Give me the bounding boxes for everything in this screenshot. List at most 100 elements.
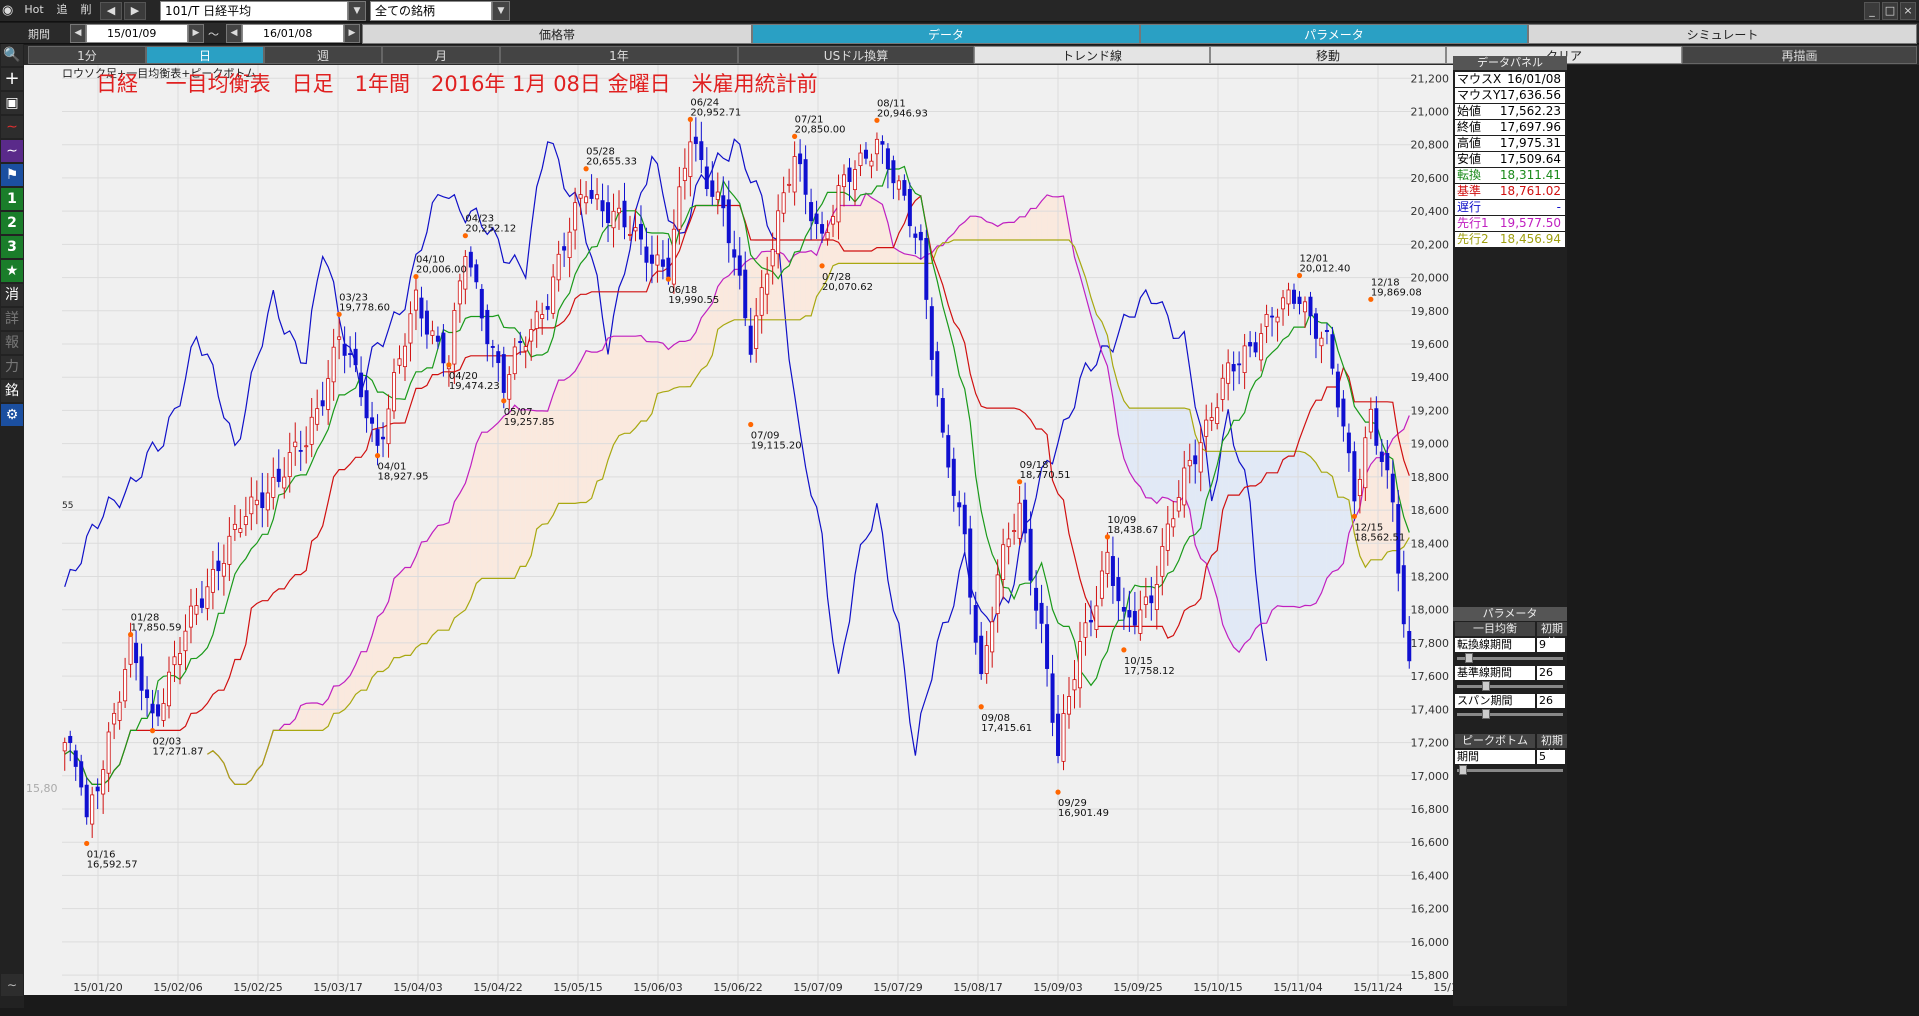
universe-field[interactable]: 全ての銘柄 [370,1,492,21]
period-label: 期間 [28,28,50,41]
plus-icon[interactable]: + [1,68,23,90]
hot-button[interactable]: Hot [20,2,48,20]
symbol-field[interactable]: 101/T 日経平均 [160,1,348,21]
y-tick-label: 21,000 [1411,106,1450,119]
param-value[interactable]: 26 [1537,694,1565,708]
tf-day-button[interactable]: 日 [146,46,264,64]
camera-icon[interactable]: ▣ [1,92,23,114]
candle-body [748,325,753,355]
period-from-prev-button[interactable]: ◀ [70,24,86,43]
candle-body [1281,297,1286,310]
period-from-next-button[interactable]: ▶ [188,24,204,43]
peak-value: 20,952.71 [690,107,741,118]
symbol-dropdown-icon[interactable]: ▼ [348,1,366,21]
search-icon[interactable]: 🔍 [1,44,23,66]
period-to-field[interactable]: 16/01/08 [242,24,344,43]
preset-1-button[interactable]: 1 [1,188,23,210]
candle-body [1045,624,1050,669]
param-slider[interactable] [1457,681,1563,691]
candle-body [435,335,440,342]
bulb-icon[interactable]: ◉ [2,3,16,19]
candle-body [852,169,857,191]
kumo-segment [361,651,367,691]
kumo-segment [1376,457,1382,560]
kumo-segment [410,556,416,656]
usd-convert-button[interactable]: USドル換算 [738,46,974,64]
kumo-segment [284,724,290,731]
delete-button[interactable]: 削 [76,2,96,20]
slider-knob[interactable] [1481,709,1490,719]
report-button[interactable]: 報 [1,332,23,354]
peak-marker [819,263,825,269]
param-slider[interactable] [1457,765,1563,775]
detail-button[interactable]: 詳 [1,308,23,330]
maximize-button[interactable]: □ [1882,2,1898,20]
y-tick-label: 16,400 [1411,869,1450,882]
kumo-segment [306,703,312,731]
candle-body [584,196,589,204]
tf-1year-button[interactable]: 1年 [500,46,738,64]
slider-knob[interactable] [1464,653,1473,663]
param-slider[interactable] [1457,653,1563,663]
candle-body [150,703,155,714]
minimize-button[interactable]: _ [1864,2,1880,20]
tf-month-button[interactable]: 月 [382,46,500,64]
candle-body [545,306,550,310]
period-to-prev-button[interactable]: ◀ [226,24,242,43]
slider-knob[interactable] [1458,765,1467,775]
chart-red-icon[interactable]: ∼ [1,116,23,138]
sub-chart-icon[interactable]: ∼ [1,974,23,996]
add-button[interactable]: 追 [52,2,72,20]
slider-knob[interactable] [1481,681,1490,691]
kumo-segment [1156,408,1163,504]
redraw-button[interactable]: 再描画 [1682,46,1917,64]
y-tick-label: 17,200 [1411,737,1450,750]
candle-body [578,194,583,199]
kumo-segment [317,703,323,731]
candle-body [1335,371,1340,408]
ichimoku-reset-button[interactable]: 初期値 [1537,622,1567,649]
input-button[interactable]: 力 [1,356,23,378]
trendline-button[interactable]: トレンド線 [974,46,1210,64]
stock-button[interactable]: 銘 [1,380,23,402]
candle-body [73,750,78,767]
param-value[interactable]: 9 [1537,638,1565,652]
candle-body [842,174,847,188]
tf-1min-button[interactable]: 1分 [28,46,146,64]
preset-3-button[interactable]: 3 [1,236,23,258]
gear-icon[interactable]: ⚙ [1,404,23,426]
preset-2-button[interactable]: 2 [1,212,23,234]
tab-price-band[interactable]: 価格帯 [362,24,752,44]
period-from-field[interactable]: 15/01/09 [86,24,188,43]
next-symbol-button[interactable]: ▶ [124,2,146,20]
candle-body [902,180,907,196]
tab-simulate[interactable]: シミュレート [1528,24,1917,44]
kumo-segment [426,532,433,644]
param-slider[interactable] [1457,709,1563,719]
candle-body [194,605,199,615]
candle-body [803,159,808,195]
candle-body [1193,455,1198,465]
peak-reset-button[interactable]: 初期値 [1537,734,1567,761]
prev-symbol-button[interactable]: ◀ [100,2,122,20]
param-value[interactable]: 26 [1537,666,1565,680]
chart-purple-icon[interactable]: ∼ [1,140,23,162]
candle-body [754,315,759,349]
candle-body [1050,673,1055,723]
bottom-scroll-strip[interactable] [0,1008,1919,1016]
candle-body [627,234,632,236]
favorite-button[interactable]: ★ [1,260,23,282]
tab-data[interactable]: データ [752,24,1140,44]
erase-button[interactable]: 消 [1,284,23,306]
price-chart[interactable]: 01/1616,592.5701/2817,850.5902/0317,271.… [24,65,1453,995]
param-value[interactable]: 5 [1537,750,1565,764]
period-to-next-button[interactable]: ▶ [344,24,360,43]
universe-dropdown-icon[interactable]: ▼ [492,1,510,21]
tab-parameter[interactable]: パラメータ [1140,24,1528,44]
flag-icon[interactable]: ⚑ [1,164,23,186]
candle-body [1270,315,1275,318]
move-button[interactable]: 移動 [1210,46,1446,64]
peak-value: 19,778.60 [339,302,390,313]
tf-week-button[interactable]: 週 [264,46,382,64]
close-button[interactable]: × [1900,2,1916,20]
